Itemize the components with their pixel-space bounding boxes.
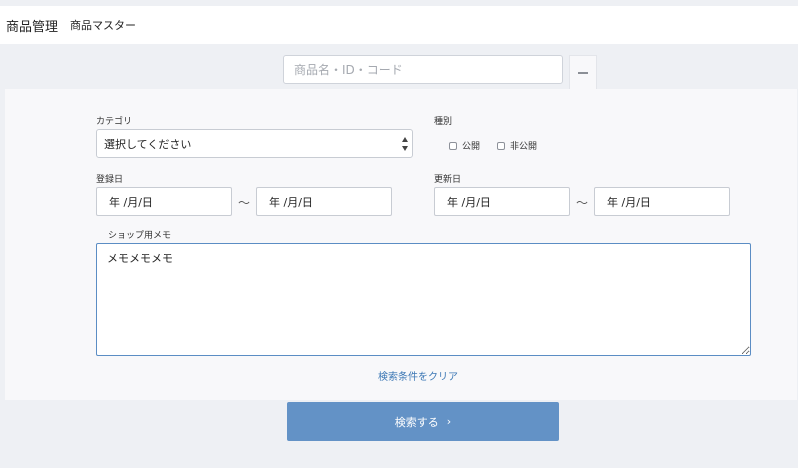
date-placeholder: 年 /月/日 — [607, 195, 651, 209]
header-bar: 商品管理 商品マスター — [0, 6, 798, 44]
updated-date-label: 更新日 — [434, 175, 462, 185]
checkbox-private-label: 非公開 — [510, 142, 538, 152]
search-submit-button[interactable]: 検索する › — [287, 402, 559, 441]
chevron-right-icon: › — [446, 415, 452, 428]
checkbox-public[interactable]: 公開 — [449, 139, 480, 152]
updated-date-from-input[interactable]: 年 /月/日 — [434, 187, 570, 216]
select-arrows-icon — [401, 137, 409, 151]
date-range-separator: 〜 — [238, 196, 251, 210]
updated-date-to-input[interactable]: 年 /月/日 — [594, 187, 730, 216]
type-label: 種別 — [434, 117, 453, 127]
category-selected-value: 選択してください — [104, 137, 192, 151]
checkbox-public-label: 公開 — [462, 142, 481, 152]
clear-conditions-link[interactable]: 検索条件をクリア — [378, 368, 458, 383]
page-title: 商品管理 — [6, 19, 59, 35]
minus-icon — [578, 71, 588, 74]
search-input[interactable] — [283, 55, 563, 84]
collapse-toggle-button[interactable] — [569, 55, 597, 89]
memo-label: ショップ用メモ — [108, 231, 172, 241]
date-placeholder: 年 /月/日 — [109, 195, 153, 209]
date-range-separator: 〜 — [576, 196, 589, 210]
memo-textarea[interactable] — [96, 243, 751, 356]
category-select[interactable]: 選択してください — [96, 129, 413, 158]
category-label: カテゴリ — [96, 117, 133, 127]
checkbox-icon[interactable] — [497, 141, 505, 150]
checkbox-icon[interactable] — [449, 141, 457, 150]
date-placeholder: 年 /月/日 — [447, 195, 491, 209]
date-placeholder: 年 /月/日 — [269, 195, 313, 209]
page-subtitle: 商品マスター — [70, 19, 137, 32]
registered-date-to-input[interactable]: 年 /月/日 — [256, 187, 392, 216]
checkbox-private[interactable]: 非公開 — [497, 139, 537, 152]
registered-date-label: 登録日 — [96, 175, 124, 185]
search-submit-label: 検索する — [394, 415, 439, 429]
registered-date-from-input[interactable]: 年 /月/日 — [96, 187, 232, 216]
